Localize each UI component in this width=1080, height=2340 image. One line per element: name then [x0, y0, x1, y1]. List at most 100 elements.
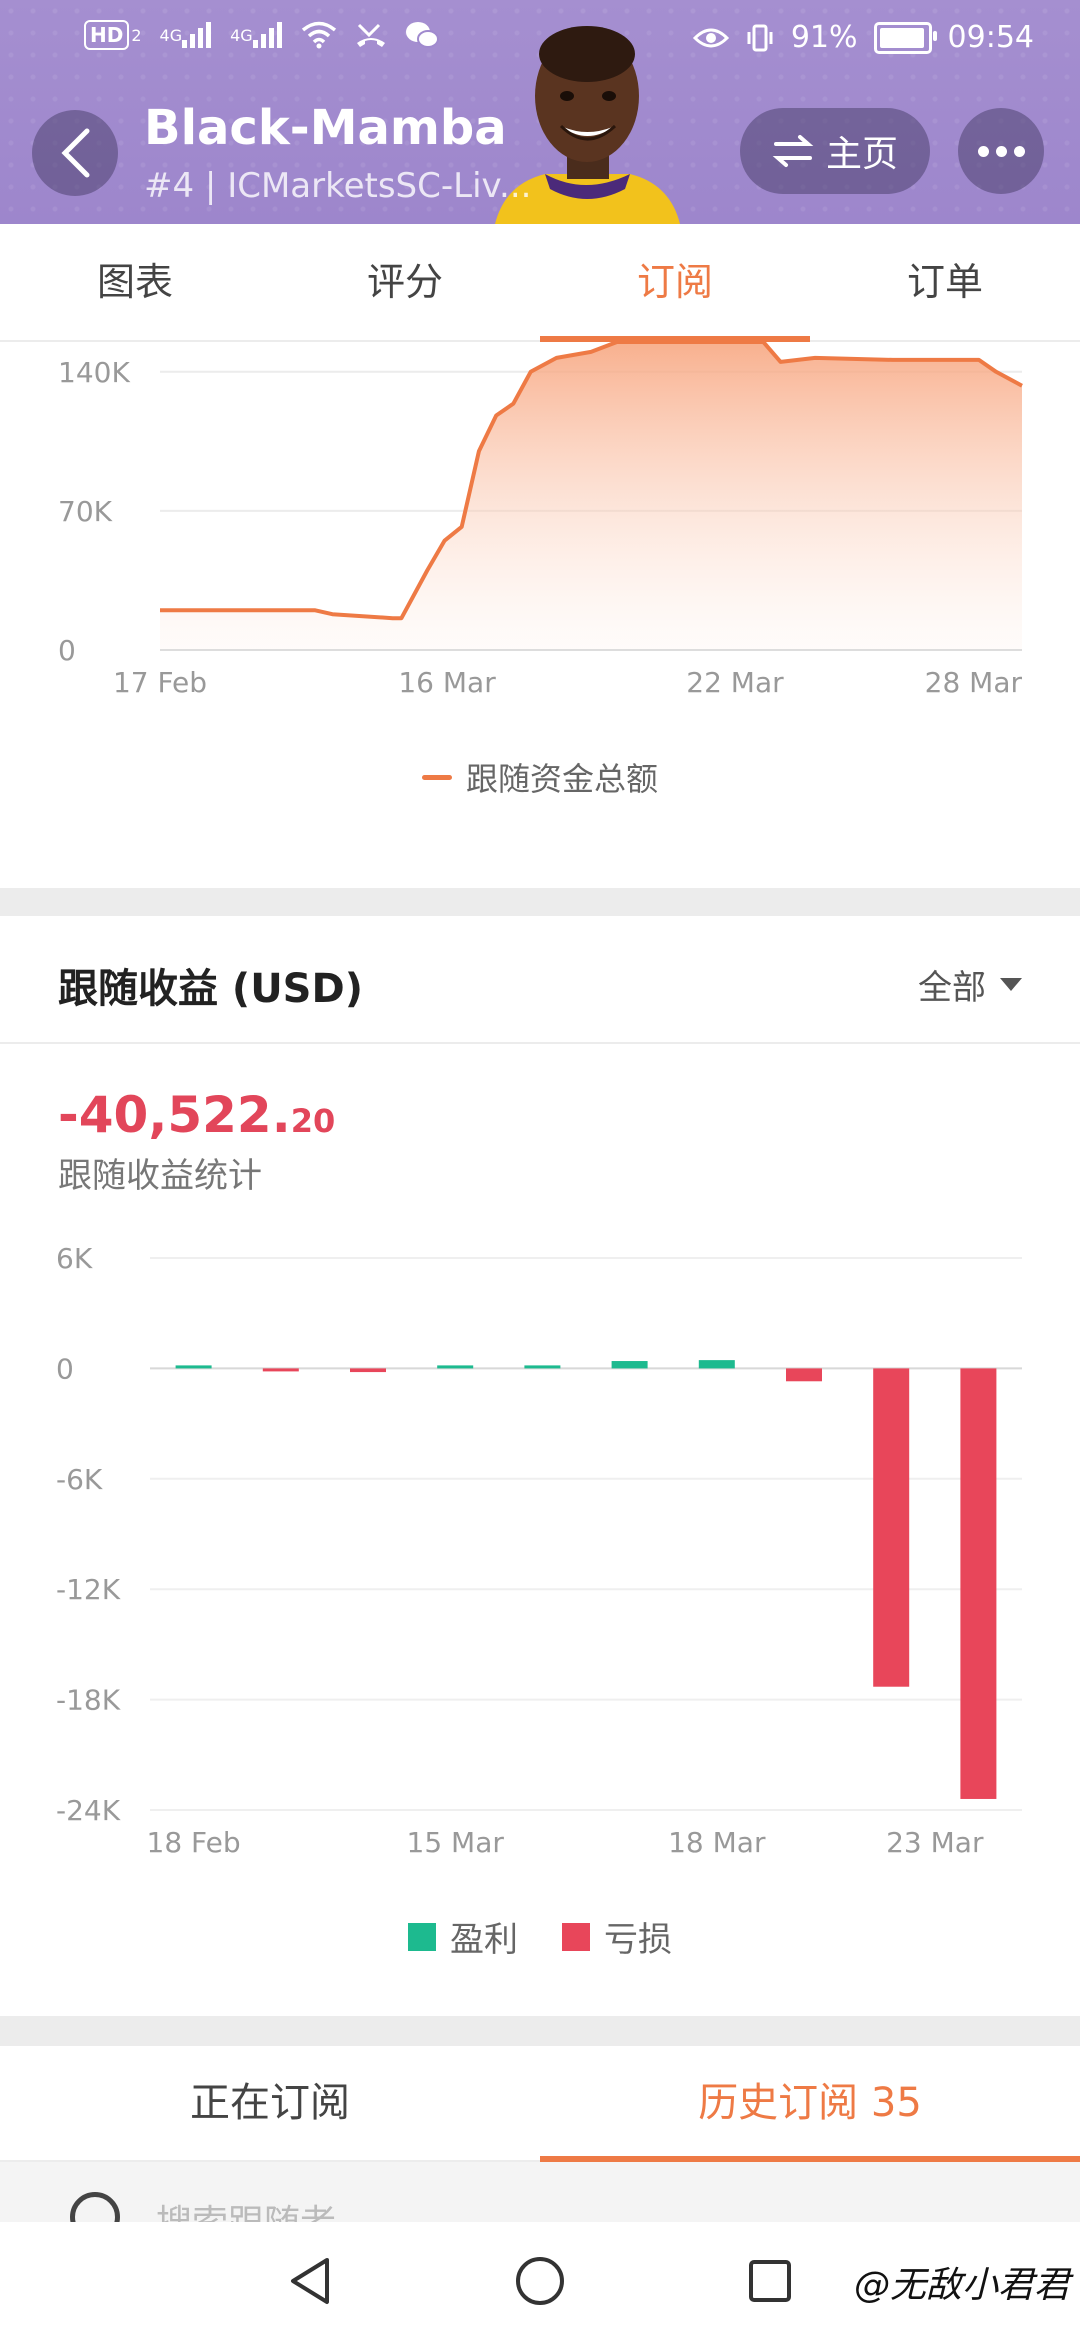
loss-bar [960, 1368, 997, 1799]
wifi-icon [301, 21, 337, 49]
square-recents-icon [749, 2260, 791, 2302]
profit-bar [611, 1361, 648, 1369]
y-tick-label: 0 [58, 634, 76, 667]
hd-label: HD [84, 20, 130, 50]
trader-name: Black-Mamba [144, 100, 507, 156]
chart1-legend: 跟随资金总额 [0, 754, 1080, 800]
eye-icon [692, 26, 729, 50]
tab-history-subscriptions[interactable]: 历史订阅 35 [540, 2046, 1080, 2162]
loss-bar [786, 1368, 822, 1382]
loss-bar [873, 1368, 910, 1687]
swap-icon [772, 135, 814, 167]
more-dot-icon [1013, 145, 1025, 157]
follow-profit-total-decimals: 20 [290, 1102, 336, 1140]
follow-profit-caption: 跟随收益统计 [58, 1156, 262, 1196]
follow-profit-chart: 6K 0 -6K -12K -18K -24K 18 Feb 15 Mar 18 Mar 23 M… [0, 1230, 1080, 1870]
battery-icon [873, 21, 937, 54]
follower-search-bar[interactable]: 搜索跟随者 [0, 2162, 1080, 2222]
x-tick-label: 16 Mar [398, 666, 496, 699]
status-right: 91% 09:54 [692, 20, 1034, 55]
triangle-back-icon [291, 2258, 329, 2304]
follow-profit-total: -40,522.20 [58, 1086, 335, 1144]
follow-profit-total-main: -40,522. [58, 1086, 291, 1144]
search-icon [70, 2192, 120, 2222]
x-tick-label: 28 Mar [925, 666, 1023, 699]
y-tick-label: 0 [56, 1352, 74, 1385]
legend-item-profit: 盈利 [408, 1912, 518, 1961]
profit-bar [175, 1365, 212, 1369]
nav-home-button[interactable] [500, 2222, 580, 2340]
more-dot-icon [995, 145, 1007, 157]
nav-back-button[interactable] [270, 2222, 350, 2340]
missed-call-icon [355, 21, 387, 49]
section-divider [0, 888, 1080, 916]
nav-recents-button[interactable] [730, 2222, 810, 2340]
y-tick-label: -6K [56, 1463, 103, 1496]
x-tick-label: 22 Mar [686, 666, 784, 699]
sim-label: 2 [131, 25, 142, 45]
profit-bar [437, 1365, 474, 1369]
legend-label-profit: 盈利 [450, 1920, 518, 1960]
signal-icon: 4G [160, 22, 213, 48]
loss-bar [262, 1368, 299, 1372]
x-tick-label: 15 Mar [407, 1826, 505, 1859]
period-filter-label: 全部 [918, 968, 986, 1008]
follow-funds-svg: 140K 70K 0 17 Feb 16 Mar 22 Mar 28 Mar [58, 342, 1023, 699]
y-tick-label: 70K [58, 495, 113, 528]
tab-rating[interactable]: 评分 [270, 224, 540, 340]
follow-profit-header: 跟随收益 (USD) 全部 [0, 916, 1080, 1044]
search-placeholder: 搜索跟随者 [156, 2194, 336, 2222]
legend-label-loss: 亏损 [604, 1920, 672, 1960]
hd-icon: HD 2 [84, 20, 142, 50]
x-tick-label: 18 Mar [668, 1826, 766, 1859]
legend-item-loss: 亏损 [562, 1912, 672, 1961]
legend-line-swatch [421, 774, 452, 780]
follow-profit-svg: 6K 0 -6K -12K -18K -24K 18 Feb 15 Mar 18 Mar 23 M… [56, 1242, 1022, 1859]
loss-swatch [562, 1922, 590, 1951]
signal-type-1: 4G [159, 25, 183, 45]
more-button[interactable] [958, 108, 1044, 194]
x-tick-label: 23 Mar [886, 1826, 984, 1859]
chart2-legend: 盈利 亏损 [0, 1912, 1080, 1961]
main-tabs: 图表 评分 订阅 订单 [0, 224, 1080, 342]
y-tick-label: 140K [58, 356, 130, 389]
section-divider [0, 2016, 1080, 2046]
loss-bar [350, 1368, 386, 1373]
clock: 09:54 [947, 20, 1034, 55]
signal-type-2: 4G [230, 25, 253, 45]
legend-label-funds: 跟随资金总额 [465, 760, 658, 798]
vibrate-icon [745, 23, 775, 53]
wechat-icon [405, 21, 439, 49]
tab-orders[interactable]: 订单 [810, 224, 1080, 340]
profile-header: HD 2 4G 4G 91% 09:54 Black-Mamba #4 | IC… [0, 0, 1080, 224]
profit-bar [524, 1365, 561, 1369]
y-tick-label: -24K [56, 1794, 121, 1827]
profit-swatch [408, 1922, 436, 1951]
account-subtitle: #4 | ICMarketsSC-Liv... [144, 166, 532, 206]
status-bar: HD 2 4G 4G 91% 09:54 [0, 0, 1080, 80]
y-tick-label: 6K [56, 1242, 93, 1275]
circle-home-icon [516, 2257, 564, 2305]
back-button[interactable] [32, 110, 118, 196]
y-tick-label: -12K [56, 1573, 121, 1606]
home-button-label: 主页 [825, 134, 898, 175]
caret-down-icon [1000, 978, 1022, 991]
follow-profit-title: 跟随收益 (USD) [58, 966, 363, 1012]
x-tick-label: 17 Feb [113, 666, 207, 699]
subscription-tabs: 正在订阅 历史订阅 35 [0, 2046, 1080, 2162]
status-left: HD 2 4G 4G [84, 20, 439, 50]
signal-icon-2: 4G [230, 22, 283, 48]
funds-area [160, 342, 1022, 650]
more-dot-icon [977, 145, 989, 157]
tab-chart[interactable]: 图表 [0, 224, 270, 340]
watermark: @无敌小君君 [853, 2265, 1070, 2306]
period-filter-dropdown[interactable]: 全部 [918, 960, 1022, 1009]
profit-bar [698, 1360, 735, 1369]
chevron-left-icon [61, 128, 90, 178]
home-button[interactable]: 主页 [740, 108, 930, 194]
follow-funds-chart: 140K 70K 0 17 Feb 16 Mar 22 Mar 28 Mar 跟随资金总额 [0, 342, 1080, 890]
battery-percent: 91% [790, 20, 858, 55]
tab-subscription[interactable]: 订阅 [540, 224, 810, 342]
x-tick-label: 18 Feb [147, 1826, 241, 1859]
tab-current-subscriptions[interactable]: 正在订阅 [0, 2046, 540, 2160]
